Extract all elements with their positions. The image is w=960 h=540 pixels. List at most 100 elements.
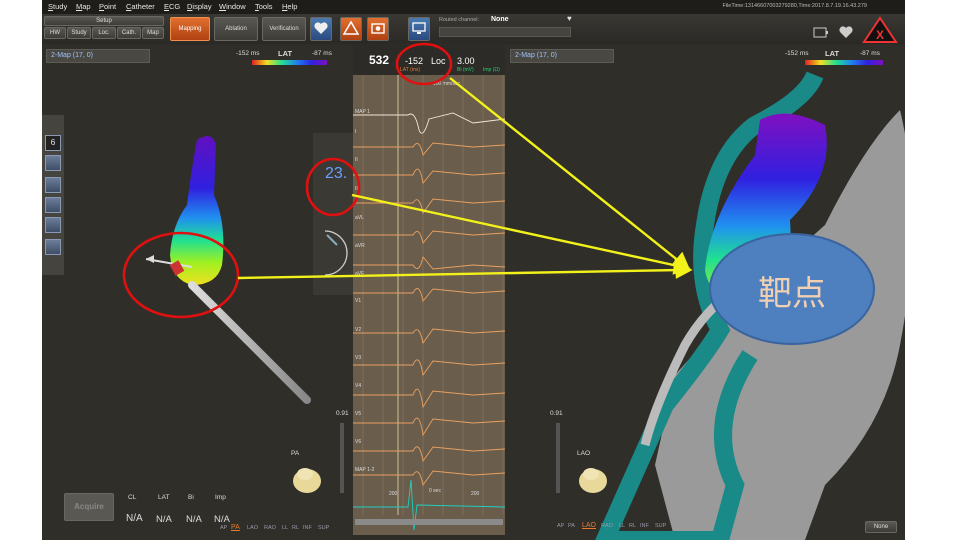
lead-map12: MAP 1-2	[355, 467, 375, 473]
tab-hw[interactable]: HW	[44, 27, 66, 39]
lead-v2: V2	[355, 327, 362, 333]
sidebar-number[interactable]: 6	[45, 135, 61, 151]
left-map-title[interactable]: 2-Map (17, 0)	[46, 49, 150, 63]
right-tab-rao[interactable]: RAO	[601, 523, 613, 529]
time-label-right: 200	[471, 491, 480, 497]
lead-v5: V5	[355, 411, 362, 417]
right-zoom-slider[interactable]	[556, 423, 560, 493]
left-tab-ll[interactable]: LL	[282, 525, 288, 531]
monitor-tool-button[interactable]	[408, 17, 430, 41]
value-imp: N/A	[214, 514, 230, 525]
svg-text:X: X	[876, 28, 884, 42]
menu-window[interactable]: Window	[219, 2, 246, 11]
right-lat-max: -87 ms	[860, 50, 880, 57]
toolbar: Setup HW Study Loc. Cath. Map Mapping Ab…	[42, 14, 905, 44]
right-tab-inf[interactable]: INF	[640, 523, 649, 529]
menu-map[interactable]: Map	[76, 2, 91, 11]
menu-bar: Study Map Point Catheter ECG Display Win…	[42, 0, 905, 14]
force-value: 23.	[325, 165, 348, 182]
right-orientation-heart-icon[interactable]	[573, 459, 613, 499]
header-imp: Imp	[215, 494, 226, 501]
menu-help[interactable]: Help	[282, 2, 297, 11]
mapping-button[interactable]: Mapping	[170, 17, 210, 41]
right-tab-rl[interactable]: RL	[629, 523, 636, 529]
right-tab-ll[interactable]: LL	[619, 523, 625, 529]
menu-study[interactable]: Study	[48, 2, 67, 11]
left-tab-ap[interactable]: AP	[220, 525, 227, 531]
lead-avl: aVL	[355, 215, 364, 221]
ecg-scrollbar[interactable]	[355, 519, 503, 525]
sidebar-tool-2[interactable]	[45, 177, 61, 193]
tab-cath[interactable]: Cath.	[117, 27, 141, 39]
routed-channel-label: Routed channel:	[439, 17, 480, 23]
sidebar-tool-4[interactable]	[45, 217, 61, 233]
alert-triangle-icon[interactable]: X	[862, 16, 898, 44]
left-orientation-heart-icon[interactable]	[287, 459, 327, 499]
menu-tools[interactable]: Tools	[255, 2, 273, 11]
right-map-title[interactable]: 2-Map (17, 0)	[510, 49, 614, 63]
menu-ecg[interactable]: ECG	[164, 2, 180, 11]
right-tab-sup[interactable]: SUP	[655, 523, 666, 529]
capture-tool-button[interactable]	[367, 17, 389, 41]
tab-map[interactable]: Map	[142, 27, 164, 39]
force-panel: 23.	[313, 133, 353, 295]
left-view-label: PA	[291, 450, 300, 457]
heart-status-icon	[837, 24, 855, 40]
left-lat-color-bar	[252, 60, 327, 65]
force-gauge-icon	[324, 230, 348, 276]
left-tab-rao[interactable]: RAO	[264, 525, 276, 531]
lat-readout: -152	[405, 56, 424, 66]
sidebar-tool-5[interactable]	[45, 239, 61, 255]
value-cl: N/A	[126, 513, 143, 524]
target-label: 靶点	[758, 274, 826, 314]
tab-loc[interactable]: Loc.	[92, 27, 116, 39]
right-lat-label: LAT	[825, 49, 840, 58]
right-tab-lao[interactable]: LAO	[582, 522, 596, 529]
lead-v1: V1	[355, 298, 362, 304]
imp-unit: Imp (Ω)	[483, 67, 500, 73]
left-tab-sup[interactable]: SUP	[318, 525, 329, 531]
heart-tool-button[interactable]	[310, 17, 332, 41]
bi-unit: Bi (mV)	[457, 67, 474, 73]
verification-button[interactable]: Verification	[262, 17, 306, 41]
menu-catheter[interactable]: Catheter	[126, 2, 155, 11]
loc-readout: Loc	[431, 56, 446, 66]
lat-unit: LAT (ms)	[400, 67, 421, 73]
header-cl: CL	[128, 494, 137, 501]
ablation-button[interactable]: Ablation	[214, 17, 258, 41]
left-zoom-slider[interactable]	[340, 423, 344, 493]
menu-display[interactable]: Display	[187, 2, 212, 11]
lead-iii: III	[355, 186, 360, 192]
value-lat: N/A	[156, 514, 172, 525]
left-tab-pa[interactable]: PA	[231, 524, 240, 531]
sidebar-tool-1[interactable]	[45, 155, 61, 171]
none-select[interactable]: None	[865, 521, 897, 533]
left-map-panel: 2-Map (17, 0) -152 ms LAT -87 ms 6 23. 0…	[42, 45, 353, 540]
left-zoom-value: 0.91	[336, 410, 349, 417]
left-lat-max: -87 ms	[312, 50, 332, 57]
lead-ii: II	[355, 157, 358, 163]
left-lat-label: LAT	[278, 49, 293, 58]
right-tab-pa[interactable]: PA	[568, 523, 575, 529]
left-tab-lao[interactable]: LAO	[247, 525, 258, 531]
setup-button[interactable]: Setup	[44, 16, 164, 26]
monitor-icon	[412, 22, 426, 34]
acquire-button[interactable]: Acquire	[64, 493, 114, 521]
sidebar-tool-3[interactable]	[45, 197, 61, 213]
tab-study[interactable]: Study	[67, 27, 91, 39]
lead-v6: V6	[355, 439, 362, 445]
warning-tool-button[interactable]	[340, 17, 362, 41]
left-view-tabs: AP PA LAO RAO LL RL INF SUP	[220, 524, 350, 535]
left-tab-inf[interactable]: INF	[303, 525, 312, 531]
right-lat-min: -152 ms	[785, 50, 809, 57]
routed-channel-value[interactable]: None	[491, 16, 509, 23]
right-zoom-value: 0.91	[550, 410, 563, 417]
left-tab-rl[interactable]: RL	[292, 525, 299, 531]
lead-v4: V4	[355, 383, 362, 389]
right-tab-ap[interactable]: AP	[557, 523, 564, 529]
menu-point[interactable]: Point	[99, 2, 116, 11]
battery-icon	[812, 26, 830, 40]
heart-small-icon: ♥	[567, 14, 572, 23]
heart-icon	[314, 22, 328, 34]
lead-avr: aVR	[355, 243, 365, 249]
